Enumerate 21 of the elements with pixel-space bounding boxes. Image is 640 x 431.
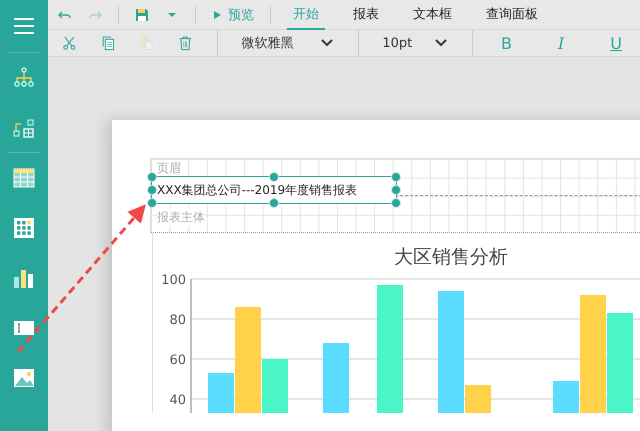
matrix-icon[interactable] bbox=[12, 216, 36, 240]
bar bbox=[323, 343, 349, 413]
ribbon-tab[interactable]: 报表 bbox=[347, 0, 385, 30]
y-axis-label: 40 bbox=[169, 393, 186, 408]
image-icon[interactable] bbox=[12, 366, 36, 390]
section-label: 报表主体 bbox=[157, 209, 205, 226]
font-dropdown[interactable]: 微软雅黑 bbox=[241, 34, 334, 52]
font-size-dropdown[interactable]: 10pt bbox=[382, 36, 448, 50]
hierarchy-icon[interactable] bbox=[12, 66, 36, 90]
y-axis-label: 100 bbox=[161, 273, 186, 288]
ribbon-tab[interactable]: 文本框 bbox=[407, 0, 458, 30]
save-icon[interactable] bbox=[135, 8, 149, 22]
y-axis-label: 60 bbox=[169, 353, 186, 368]
table-icon[interactable] bbox=[12, 166, 36, 190]
play-icon bbox=[212, 10, 222, 20]
chart-title: 大区销售分析 bbox=[394, 246, 508, 268]
chevron-down-icon bbox=[434, 38, 448, 48]
ribbon-tab[interactable]: 查询面板 bbox=[480, 0, 544, 30]
chevron-down-icon bbox=[320, 38, 334, 48]
y-axis-label: 80 bbox=[169, 313, 186, 328]
section-label: 页眉 bbox=[157, 160, 181, 177]
